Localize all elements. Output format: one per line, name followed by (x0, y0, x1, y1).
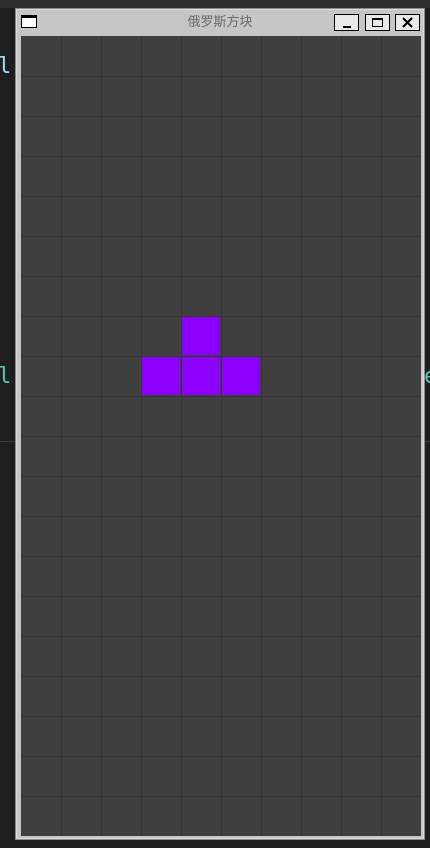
background-code-fragment: l (0, 54, 12, 79)
close-button[interactable] (395, 14, 420, 31)
tetromino-block (182, 317, 220, 355)
minimize-icon (342, 25, 351, 28)
maximize-button[interactable] (365, 14, 390, 31)
background-code-fragment: l (0, 364, 12, 389)
tetromino-block (182, 357, 220, 395)
minimize-button[interactable] (334, 14, 359, 31)
maximize-icon (372, 18, 383, 27)
background-tab-strip (0, 0, 430, 8)
close-icon (402, 17, 413, 28)
game-board[interactable] (21, 36, 421, 836)
window-title: 俄罗斯方块 (187, 15, 253, 30)
tetromino-block (142, 357, 180, 395)
tetris-window: 俄罗斯方块 (15, 8, 425, 840)
tetromino-block (222, 357, 260, 395)
title-bar[interactable]: 俄罗斯方块 (16, 9, 424, 36)
